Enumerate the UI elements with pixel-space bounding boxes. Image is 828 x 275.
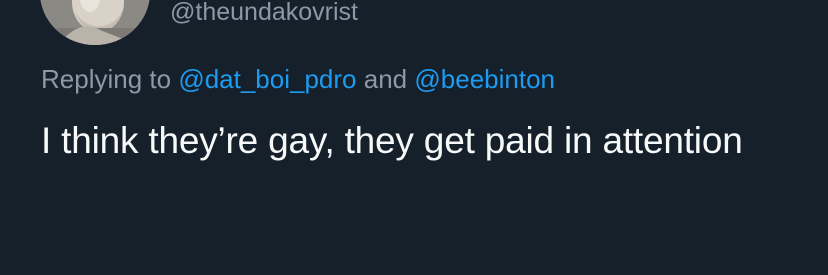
author-handle[interactable]: @theundakovrist [170, 0, 358, 28]
avatar-photo [40, 0, 150, 45]
replying-to-label: Replying to [41, 64, 172, 94]
mention-link-dat-boi-pdro[interactable]: @dat_boi_pdro [178, 64, 356, 94]
replying-to-line: Replying to @dat_boi_pdro and @beebinton [41, 61, 555, 97]
tweet-text: I think they’re gay, they get paid in at… [41, 120, 743, 161]
mention-joiner: and [363, 64, 408, 94]
avatar[interactable] [40, 0, 150, 45]
mention-link-beebinton[interactable]: @beebinton [414, 64, 555, 94]
